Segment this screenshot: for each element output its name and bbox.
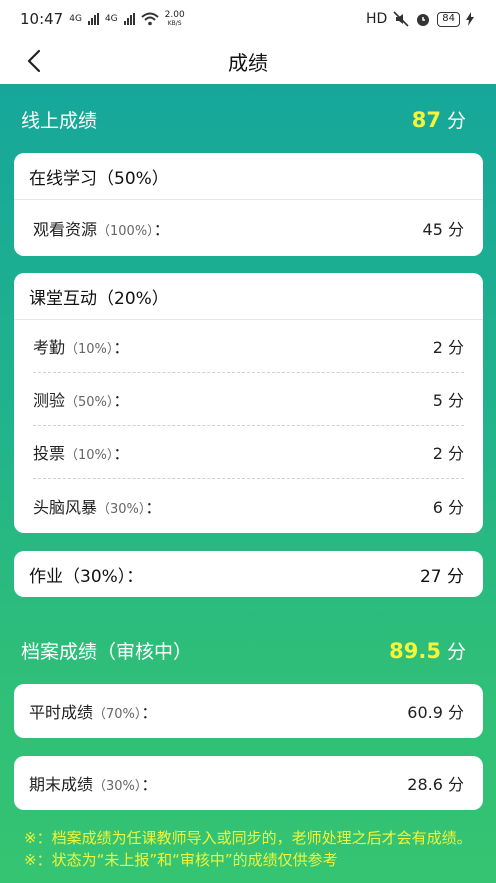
score-notes: ※：档案成绩为任课教师导入或同步的，老师处理之后才会有成绩。 ※：状态为“未上报…	[24, 827, 479, 871]
score-row-colon: ：	[113, 444, 130, 463]
score-row-name: 头脑风暴	[33, 497, 98, 517]
score-row-value: 2 分	[432, 444, 464, 463]
online-total-unit: 分	[446, 109, 466, 132]
archive-total-unit: 分	[446, 640, 466, 663]
nav-bar: 成绩	[0, 38, 496, 84]
score-row-name: 投票	[33, 444, 66, 463]
score-row-value: 6 分	[432, 497, 464, 517]
chevron-left-icon	[27, 49, 41, 73]
score-row-name: 期末成绩	[29, 775, 94, 794]
score-row-name: 观看资源	[33, 219, 98, 239]
network-speed-unit: KB/S	[167, 20, 182, 27]
score-row-label: 平时成绩（70%）：	[29, 699, 157, 723]
regular-score-card: 平时成绩（70%）： 60.9 分	[14, 684, 483, 738]
score-row-colon: ：	[145, 497, 162, 517]
archive-score-header: 档案成绩（审核中） 89.5 分	[0, 630, 496, 670]
score-row-label: 测验（50%）：	[33, 387, 129, 411]
score-row-quiz: 测验（50%）： 5 分	[33, 373, 464, 426]
score-row-colon: ：	[141, 703, 158, 722]
score-row-label: 考勤（10%）：	[33, 334, 129, 358]
score-row-percent: （10%）	[65, 448, 114, 463]
score-row-value: 28.6 分	[407, 775, 464, 794]
score-row-brainstorm: 头脑风暴（30%）： 6 分	[33, 479, 464, 532]
score-row-percent: （30%）	[93, 779, 142, 794]
score-row-percent: （30%）	[97, 501, 146, 517]
score-row-name: 测验	[33, 391, 66, 410]
final-score-row: 期末成绩（30%）： 28.6 分	[14, 756, 483, 810]
homework-card: 作业（30%）： 27 分	[14, 551, 483, 597]
archive-total-value: 89.5	[389, 638, 441, 663]
network-type-1: 4G	[69, 13, 82, 24]
scores-content: 线上成绩 87 分 在线学习（50%） 观看资源（100%）： 45 分 课堂互…	[0, 84, 496, 883]
score-row-label: 期末成绩（30%）：	[29, 771, 157, 795]
homework-row: 作业（30%）： 27 分	[14, 551, 483, 597]
archive-score-title: 档案成绩（审核中）	[21, 640, 193, 663]
archive-total-score: 89.5 分	[389, 637, 466, 664]
battery-level: 84	[437, 11, 460, 27]
score-row-percent: （70%）	[93, 707, 142, 722]
score-row-vote: 投票（10%）： 2 分	[33, 426, 464, 479]
regular-score-row: 平时成绩（70%）： 60.9 分	[14, 684, 483, 738]
signal-icon	[87, 13, 99, 25]
score-row-colon: ：	[113, 338, 130, 357]
score-row-percent: （10%）	[65, 342, 114, 357]
online-score-title: 线上成绩	[21, 109, 98, 132]
homework-label: 作业（30%）：	[29, 566, 144, 587]
score-row-attendance: 考勤（10%）： 2 分	[33, 320, 464, 373]
signal-icon-2	[123, 13, 135, 25]
score-row-watch-resources: 观看资源（100%）： 45 分	[33, 200, 464, 255]
hd-indicator: HD	[365, 11, 388, 27]
online-total-value: 87	[411, 107, 441, 132]
score-row-percent: （100%）	[97, 223, 154, 239]
score-row-label: 投票（10%）：	[33, 440, 129, 464]
online-total-score: 87 分	[412, 106, 466, 133]
class-interaction-card: 课堂互动（20%） 考勤（10%）： 2 分 测验（50%）： 5 分 投票（1…	[14, 273, 483, 533]
score-row-colon: ：	[153, 219, 170, 239]
score-row-colon: ：	[113, 391, 130, 410]
page-title: 成绩	[228, 50, 268, 75]
network-speed-value: 2.00	[164, 10, 185, 20]
homework-value: 27 分	[419, 566, 464, 587]
score-row-value: 45 分	[422, 219, 464, 239]
network-speed: 2.00 KB/S	[164, 10, 185, 28]
mute-icon	[393, 11, 409, 27]
network-type-2: 4G	[104, 13, 118, 24]
status-left: 10:47 4G 4G 2.00 KB/S	[20, 10, 185, 28]
class-interaction-title: 课堂互动（20%）	[14, 273, 483, 320]
status-bar: 10:47 4G 4G 2.00 KB/S HD 84	[0, 0, 496, 38]
note-line-2: ※：状态为“未上报”和“审核中”的成绩仅供参考	[24, 851, 338, 869]
status-right: HD 84	[366, 11, 474, 27]
score-row-colon: ：	[141, 775, 158, 794]
alarm-icon	[417, 14, 430, 26]
online-study-title: 在线学习（50%）	[14, 153, 483, 200]
score-row-label: 头脑风暴（30%）：	[33, 494, 161, 518]
final-score-card: 期末成绩（30%）： 28.6 分	[14, 756, 483, 810]
wifi-icon	[140, 12, 159, 26]
charging-icon	[466, 12, 474, 26]
status-time: 10:47	[20, 10, 64, 28]
score-row-value: 5 分	[432, 391, 464, 410]
score-row-value: 60.9 分	[407, 703, 464, 722]
online-study-card: 在线学习（50%） 观看资源（100%）： 45 分	[14, 153, 483, 256]
back-button[interactable]	[20, 47, 48, 75]
score-row-percent: （50%）	[65, 395, 114, 410]
note-line-1: ※：档案成绩为任课教师导入或同步的，老师处理之后才会有成绩。	[24, 829, 472, 847]
score-row-label: 观看资源（100%）：	[33, 216, 170, 240]
score-row-value: 2 分	[432, 338, 464, 357]
score-row-name: 平时成绩	[29, 703, 94, 722]
score-row-name: 考勤	[33, 338, 66, 357]
online-score-header: 线上成绩 87 分	[0, 99, 496, 139]
